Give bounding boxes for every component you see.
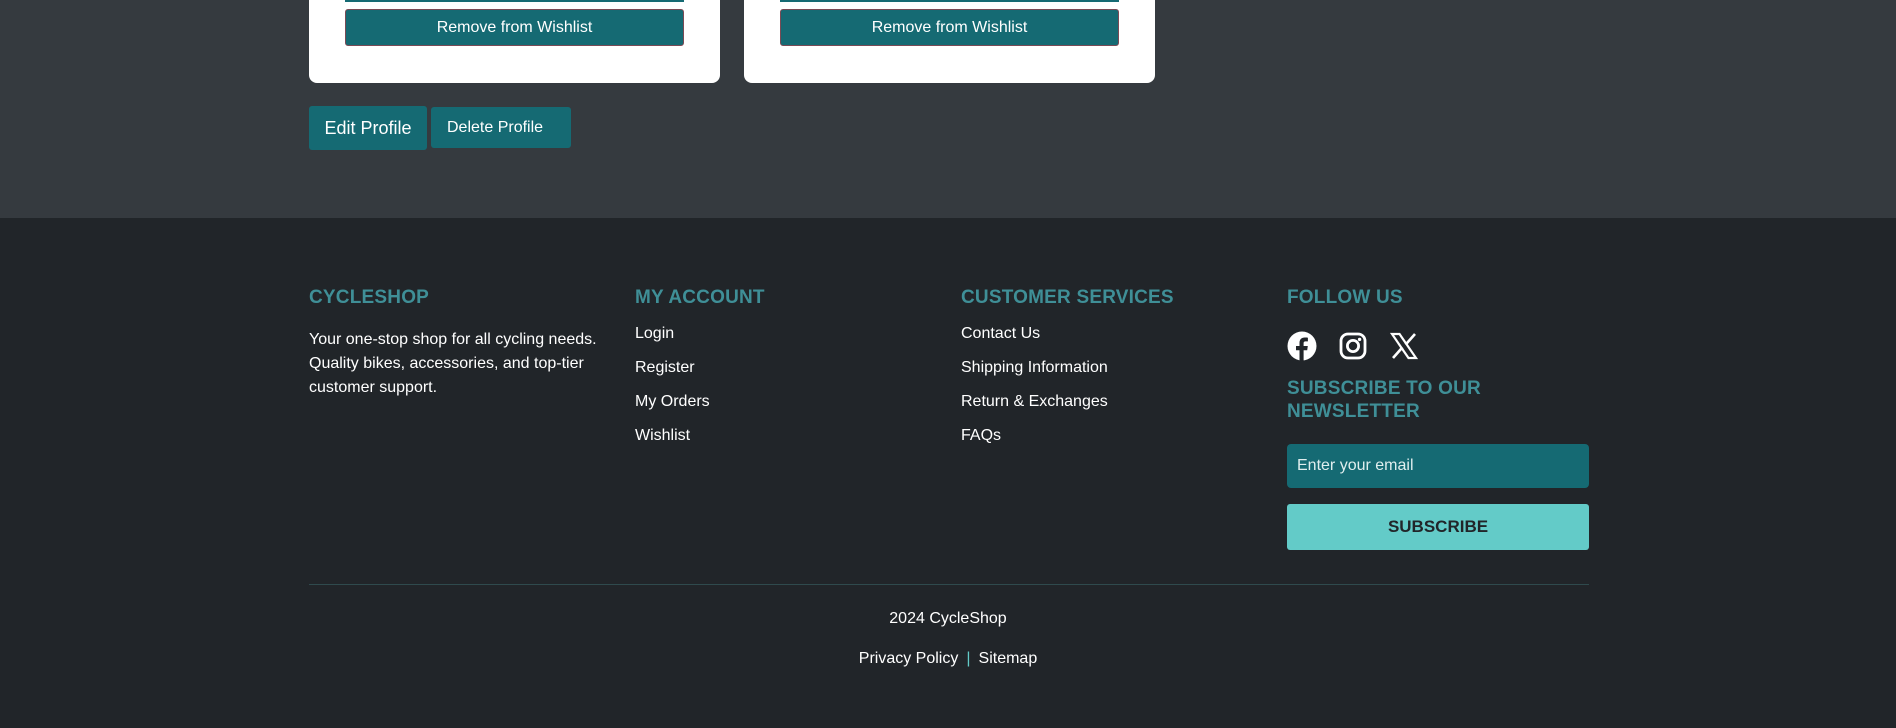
footer-brand-heading: CYCLESHOP (309, 287, 430, 308)
faqs-link[interactable]: FAQs (961, 426, 1241, 446)
edit-profile-button[interactable]: Edit Profile (309, 106, 427, 150)
card-button-stub (780, 0, 1119, 2)
newsletter-heading: SUBSCRIBE TO OUR NEWSLETTER (1287, 378, 1481, 422)
newsletter-email-input[interactable] (1287, 444, 1589, 488)
remove-from-wishlist-button[interactable]: Remove from Wishlist (345, 9, 684, 46)
footer-brand-column: CYCLESHOP Your one-stop shop for all cyc… (309, 286, 609, 400)
privacy-policy-link[interactable]: Privacy Policy (859, 650, 959, 667)
footer-account-heading: MY ACCOUNT (635, 287, 765, 308)
site-footer: CYCLESHOP Your one-stop shop for all cyc… (0, 218, 1896, 728)
footer-brand-description: Your one-stop shop for all cycling needs… (309, 331, 597, 396)
shipping-information-link[interactable]: Shipping Information (961, 358, 1241, 378)
footer-services-column: CUSTOMER SERVICES Contact Us Shipping In… (961, 286, 1241, 460)
social-icons (1287, 331, 1589, 361)
footer-account-column: MY ACCOUNT Login Register My Orders Wish… (635, 286, 915, 460)
instagram-icon[interactable] (1338, 331, 1368, 361)
profile-section: Remove from Wishlist Remove from Wishlis… (0, 0, 1896, 218)
card-button-stub (345, 0, 684, 2)
my-orders-link[interactable]: My Orders (635, 392, 915, 412)
wishlist-card: Remove from Wishlist (309, 0, 720, 83)
subscribe-button[interactable]: SUBSCRIBE (1287, 504, 1589, 550)
login-link[interactable]: Login (635, 324, 915, 344)
wishlist-link[interactable]: Wishlist (635, 426, 915, 446)
remove-from-wishlist-button[interactable]: Remove from Wishlist (780, 9, 1119, 46)
services-links: Contact Us Shipping Information Return &… (961, 324, 1241, 446)
delete-profile-button[interactable]: Delete Profile (431, 107, 571, 148)
account-links: Login Register My Orders Wishlist (635, 324, 915, 446)
copyright-text: 2024 CycleShop (889, 610, 1007, 627)
sitemap-link[interactable]: Sitemap (979, 650, 1038, 667)
footer-bottom-links: Privacy Policy | Sitemap (0, 650, 1896, 668)
facebook-icon[interactable] (1287, 331, 1317, 361)
contact-us-link[interactable]: Contact Us (961, 324, 1241, 344)
wishlist-card: Remove from Wishlist (744, 0, 1155, 83)
return-exchanges-link[interactable]: Return & Exchanges (961, 392, 1241, 412)
footer-divider (309, 584, 1589, 585)
footer-follow-column: FOLLOW US SUBSCRIBE TO OUR NEWSLETTER En… (1287, 286, 1589, 550)
x-icon[interactable] (1389, 331, 1419, 361)
footer-follow-heading: FOLLOW US (1287, 287, 1403, 308)
footer-services-heading: CUSTOMER SERVICES (961, 287, 1174, 308)
link-separator: | (966, 650, 971, 667)
register-link[interactable]: Register (635, 358, 915, 378)
